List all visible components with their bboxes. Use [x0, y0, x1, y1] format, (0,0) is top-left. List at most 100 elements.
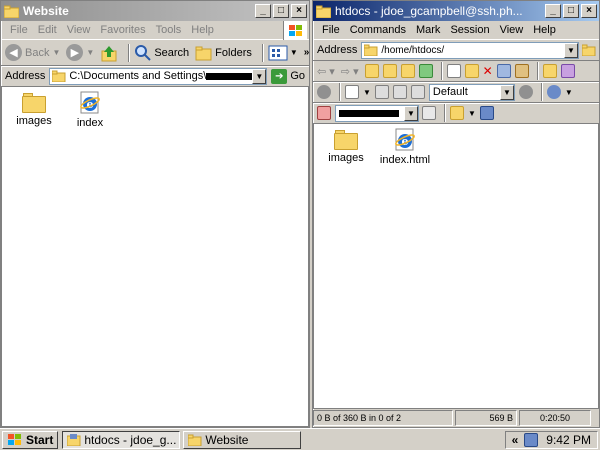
tray-expand-icon[interactable]: «	[512, 433, 519, 447]
session-folder-icon[interactable]	[450, 106, 464, 120]
window-title: htdocs - jdoe_gcampbell@ssh.ph...	[335, 4, 523, 18]
menu-favorites[interactable]: Favorites	[95, 24, 150, 36]
up-arrow-icon	[101, 45, 117, 61]
up-folder-button[interactable]	[100, 44, 118, 62]
disconnect-icon[interactable]	[422, 106, 436, 120]
list-view-icon[interactable]	[374, 85, 389, 99]
file-item-images[interactable]: images	[318, 130, 374, 164]
menu-help[interactable]: Help	[528, 24, 561, 36]
window-title: Website	[23, 4, 69, 18]
chevron-down-icon[interactable]: ▼	[468, 109, 476, 118]
rename-icon[interactable]	[514, 64, 529, 78]
open-folder-icon[interactable]	[582, 44, 596, 56]
chevron-down-icon: ▼	[86, 48, 95, 57]
session-select[interactable]: ▼	[335, 104, 419, 122]
chevron-down-icon: ▼	[52, 48, 61, 57]
minimize-button[interactable]: _	[545, 4, 561, 18]
session-dropdown-button[interactable]: ▼	[404, 105, 418, 121]
views-button[interactable]: ▼	[268, 45, 298, 61]
menu-file[interactable]: File	[317, 24, 345, 36]
system-tray: « 9:42 PM	[504, 430, 598, 449]
status-time: 0:20:50	[519, 410, 591, 426]
toolbar-separator	[261, 43, 264, 62]
chevron-down-icon[interactable]: ▼	[363, 88, 371, 97]
tree-view-icon[interactable]	[410, 85, 425, 99]
folders-button[interactable]: Folders	[195, 45, 252, 61]
menu-view[interactable]: View	[495, 24, 529, 36]
minimize-button[interactable]: _	[255, 4, 271, 18]
explorer-menubar: File Edit View Favorites Tools Help	[1, 21, 309, 40]
address-dropdown-button[interactable]: ▼	[564, 42, 578, 58]
transfer-options-icon[interactable]	[546, 85, 561, 99]
clock[interactable]: 9:42 PM	[546, 433, 591, 447]
back-arrow-icon: ◀	[5, 44, 22, 61]
explorer-file-pane[interactable]: images e index	[1, 86, 309, 427]
menu-help[interactable]: Help	[186, 24, 219, 36]
remote-path-input[interactable]: /home/htdocs/ ▼	[361, 41, 579, 59]
address-label: Address	[5, 70, 46, 82]
mark-icon[interactable]	[542, 64, 557, 78]
menu-session[interactable]: Session	[445, 24, 494, 36]
folder-icon	[364, 44, 378, 56]
folder-icon	[3, 5, 20, 18]
explorer-window: Website _ □ × File Edit View Favorites T…	[0, 0, 310, 428]
new-file-icon[interactable]	[446, 64, 461, 78]
task-button-htdocs[interactable]: htdocs - jdoe_g...	[62, 430, 181, 449]
back-arrow-icon[interactable]: ⇦ ▾	[317, 65, 335, 78]
view-mode-icon[interactable]	[345, 85, 359, 99]
go-button[interactable]: ➔ Go	[271, 68, 305, 84]
preferences-gear-icon[interactable]	[518, 85, 533, 99]
address-input[interactable]: C:\Documents and Settings\ ▼	[49, 67, 268, 85]
address-label: Address	[317, 44, 358, 56]
save-icon[interactable]	[479, 106, 494, 120]
network-tray-icon[interactable]	[524, 432, 539, 447]
file-item-index-html[interactable]: e index.html	[372, 128, 438, 166]
file-item-images[interactable]: images	[6, 93, 62, 127]
menu-view[interactable]: View	[62, 24, 96, 36]
toolbar-separator	[536, 62, 539, 80]
refresh-icon[interactable]	[418, 64, 433, 78]
forward-button[interactable]: ▶ ▼	[66, 44, 94, 61]
status-selection: 0 B of 360 B in 0 of 2	[313, 410, 453, 426]
parent-folder-icon[interactable]	[382, 64, 397, 78]
gear-icon[interactable]	[317, 85, 331, 99]
back-button[interactable]: ◀ Back ▼	[5, 44, 60, 61]
menu-commands[interactable]: Commands	[345, 24, 411, 36]
new-folder-icon[interactable]	[464, 64, 479, 78]
close-button[interactable]: ×	[581, 4, 597, 18]
menu-mark[interactable]: Mark	[411, 24, 445, 36]
properties-icon[interactable]	[496, 64, 511, 78]
start-button[interactable]: Start	[2, 430, 59, 449]
up-folder-icon[interactable]	[364, 64, 379, 78]
details-view-icon[interactable]	[392, 85, 407, 99]
forward-arrow-icon[interactable]: ⇨ ▾	[341, 65, 359, 78]
menu-file[interactable]: File	[5, 24, 33, 36]
delete-icon[interactable]: ✕	[483, 64, 493, 78]
search-button[interactable]: Search	[134, 44, 189, 62]
menu-edit[interactable]: Edit	[33, 24, 62, 36]
profile-dropdown-button[interactable]: ▼	[499, 84, 514, 100]
menu-tools[interactable]: Tools	[151, 24, 187, 36]
ie-document-icon: e	[393, 128, 417, 152]
remote-file-pane[interactable]: images e index.html	[313, 123, 599, 409]
maximize-button[interactable]: □	[273, 4, 289, 18]
close-button[interactable]: ×	[291, 4, 307, 18]
task-button-website[interactable]: Website	[183, 430, 302, 449]
home-folder-icon[interactable]	[400, 64, 415, 78]
attributes-icon[interactable]	[560, 64, 575, 78]
chevron-down-icon[interactable]: ▼	[565, 88, 573, 97]
taskbar: Start htdocs - jdoe_g... Website « 9:42 …	[0, 428, 600, 450]
new-session-icon[interactable]	[317, 106, 331, 120]
explorer-titlebar[interactable]: Website _ □ ×	[1, 1, 309, 21]
toolbar-separator	[440, 62, 443, 80]
ssh-addressbar: Address /home/htdocs/ ▼	[313, 40, 599, 61]
address-dropdown-button[interactable]: ▼	[252, 68, 267, 84]
explorer-toolbar: ◀ Back ▼ ▶ ▼ Search Folders ▼ »	[1, 40, 309, 66]
maximize-button[interactable]: □	[563, 4, 579, 18]
toolbar-overflow-icon[interactable]: »	[304, 47, 309, 58]
ssh-titlebar[interactable]: htdocs - jdoe_gcampbell@ssh.ph... _ □ ×	[313, 1, 599, 21]
folder-icon	[22, 93, 46, 113]
transfer-profile-select[interactable]: Default ▼	[428, 83, 515, 101]
folder-icon	[188, 434, 202, 446]
file-item-index[interactable]: e index	[62, 91, 118, 129]
